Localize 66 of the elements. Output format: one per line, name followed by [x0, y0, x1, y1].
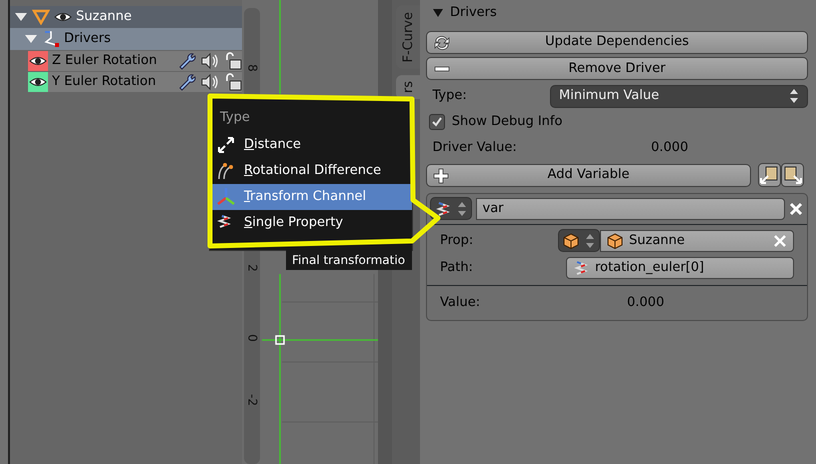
tooltip: Final transformatio: [286, 250, 412, 270]
menu-item[interactable]: Rotational Difference: [210, 158, 412, 184]
wrench-icon[interactable]: [178, 73, 196, 91]
path-text: rotation_euler[0]: [595, 258, 704, 277]
channel-row[interactable]: Y Euler Rotation: [28, 72, 242, 92]
arcs-icon: [216, 161, 236, 181]
updown-arrows-icon: [789, 88, 799, 104]
spiral-icon: [573, 260, 589, 276]
prop-label: Prop:: [440, 232, 474, 250]
id-type-selector[interactable]: [558, 229, 600, 252]
menu-item[interactable]: Transform Channel: [210, 184, 412, 210]
refresh-icon: [433, 34, 451, 50]
type-dropdown[interactable]: Minimum Value: [550, 84, 808, 108]
distance-arrows-icon: [216, 135, 236, 155]
updown-arrows-icon: [457, 200, 468, 217]
path-field[interactable]: rotation_euler[0]: [566, 256, 794, 279]
variable-type-selector[interactable]: [430, 197, 472, 220]
panel-header[interactable]: Drivers: [426, 2, 808, 24]
group-name: Drivers: [64, 30, 111, 48]
driver-value: 0.000: [651, 139, 688, 158]
lock-icon[interactable]: [224, 73, 242, 91]
close-icon[interactable]: [788, 200, 804, 217]
lock-icon[interactable]: [224, 52, 242, 70]
cube-icon: [563, 232, 579, 249]
driver-curve-icon: [42, 30, 60, 48]
variable-value: 0.000: [627, 294, 664, 312]
update-dependencies-button[interactable]: Update Dependencies: [426, 30, 808, 54]
side-tab[interactable]: rs: [396, 74, 420, 99]
value-label: Value:: [440, 294, 482, 312]
ruler-label: 2: [246, 264, 260, 272]
ruler-label: -2: [246, 394, 260, 406]
triangle-mesh-icon: [32, 9, 50, 25]
ruler-label: 0: [246, 334, 260, 342]
clear-icon[interactable]: [773, 234, 787, 248]
channel-name: Z Euler Rotation: [52, 52, 158, 70]
menu-title: Type: [219, 109, 251, 127]
updown-arrows-icon: [585, 232, 595, 249]
axes-icon: [216, 187, 236, 207]
debug-checkbox[interactable]: Show Debug Info: [426, 109, 808, 135]
menu-item[interactable]: Single Property: [210, 210, 412, 236]
paste-clipboard-icon[interactable]: [780, 163, 804, 187]
remove-driver-button[interactable]: Remove Driver: [426, 56, 808, 80]
checkbox[interactable]: [429, 114, 446, 130]
variable-name-field[interactable]: var: [476, 198, 784, 220]
speaker-icon[interactable]: [200, 73, 220, 91]
object-field[interactable]: Suzanne: [600, 230, 794, 252]
channel-row[interactable]: Z Euler Rotation: [28, 51, 242, 71]
copy-clipboard-icon[interactable]: [758, 163, 780, 187]
type-label: Type:: [432, 87, 467, 106]
object-row[interactable]: Suzanne: [10, 6, 242, 28]
plus-icon: [433, 168, 449, 184]
path-label: Path:: [440, 258, 474, 277]
channel-name: Y Euler Rotation: [52, 73, 157, 92]
collapse-triangle-icon[interactable]: [432, 7, 444, 19]
speaker-icon[interactable]: [200, 52, 220, 70]
cube-icon: [607, 232, 623, 249]
object-name: Suzanne: [76, 8, 132, 26]
driver-value-label: Driver Value:: [432, 139, 518, 158]
panel-title: Drivers: [450, 4, 497, 22]
add-variable-button[interactable]: Add Variable: [426, 164, 751, 186]
drivers-row[interactable]: Drivers: [10, 28, 242, 50]
spiral-icon: [435, 200, 452, 217]
menu-item[interactable]: Distance: [210, 132, 412, 158]
ruler-label: 8: [246, 64, 260, 72]
object-name: Suzanne: [629, 232, 686, 250]
wrench-icon[interactable]: [178, 52, 196, 70]
